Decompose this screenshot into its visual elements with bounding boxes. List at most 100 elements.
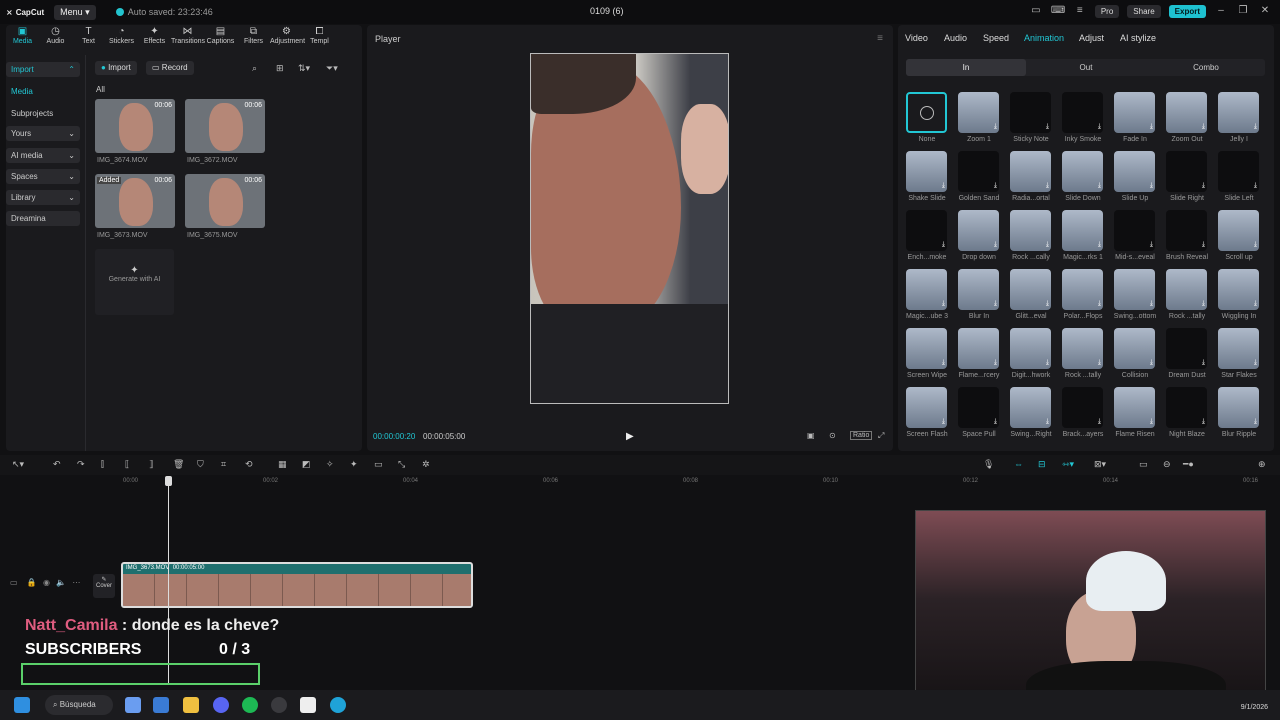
filter-icon[interactable]: ⏷▾	[326, 63, 338, 74]
select-tool-icon[interactable]: ↖▾	[12, 459, 24, 470]
spotify-icon[interactable]	[242, 697, 258, 713]
animation-tile[interactable]: ⤓	[1010, 151, 1051, 192]
reverse-icon[interactable]: ◩	[302, 459, 311, 470]
redo-icon[interactable]: ↷	[77, 459, 85, 470]
zoom-in-icon[interactable]: ⊕	[1258, 459, 1266, 470]
animation-tile[interactable]: ⤓	[1166, 92, 1207, 133]
animation-tile[interactable]: ⤓	[1218, 210, 1259, 251]
animation-tile[interactable]: ⤓	[958, 92, 999, 133]
media-thumb[interactable]: 00:06	[95, 99, 175, 153]
animation-tile[interactable]: ⤓	[1010, 92, 1051, 133]
animation-tile[interactable]: ⤓	[1114, 210, 1155, 251]
menu-lines-icon[interactable]: ≡	[1073, 4, 1087, 18]
animation-tile[interactable]: ⤓	[1166, 387, 1207, 428]
menu-button[interactable]: Menu ▾	[54, 4, 96, 20]
store-icon[interactable]	[153, 697, 169, 713]
split-left-icon[interactable]: ⟦	[125, 459, 129, 470]
freeze-icon[interactable]: ▦	[278, 459, 287, 470]
animation-tile[interactable]: ⤓	[1010, 328, 1051, 369]
tool-adjustment[interactable]: ⚙ Adjustment	[270, 26, 305, 52]
nav-ai-media[interactable]: AI media ⌄	[6, 148, 80, 163]
media-thumb[interactable]: Added 00:06	[95, 174, 175, 228]
motion-icon[interactable]: ✲	[422, 459, 430, 470]
tool-effects[interactable]: ✦ Effects	[138, 26, 171, 52]
tab-speed[interactable]: Speed	[983, 33, 1009, 43]
animation-tile[interactable]: ⤓	[1062, 151, 1103, 192]
export-button[interactable]: Export	[1168, 4, 1206, 18]
animation-tile[interactable]: ⤓	[1218, 269, 1259, 310]
animation-tile[interactable]: ⤓	[958, 151, 999, 192]
marker-icon[interactable]: ⛉	[197, 459, 204, 470]
animation-tile[interactable]: ⤓	[1062, 210, 1103, 251]
tool-filters[interactable]: ⧉ Filters	[237, 26, 270, 52]
media-thumb[interactable]: 00:06	[185, 174, 265, 228]
split-right-icon[interactable]: ⟧	[149, 459, 153, 470]
tab-video[interactable]: Video	[905, 33, 928, 43]
tool-captions[interactable]: ▤ Captions	[204, 26, 237, 52]
discord-icon[interactable]	[213, 697, 229, 713]
edge-icon[interactable]	[330, 697, 346, 713]
video-preview[interactable]	[530, 53, 729, 404]
animation-tile[interactable]: ⤓	[1114, 151, 1155, 192]
animation-tile[interactable]: ⤓	[1166, 328, 1207, 369]
expand-icon[interactable]: ⤢	[878, 431, 884, 441]
pro-button[interactable]: Pro	[1094, 4, 1120, 18]
animation-tile[interactable]: ⤓	[1062, 387, 1103, 428]
record-button[interactable]: ▭ Record	[146, 61, 194, 75]
nav-media[interactable]: Media	[6, 84, 80, 99]
tool-audio[interactable]: ◷ Audio	[39, 26, 72, 52]
nav-library[interactable]: Library ⌄	[6, 190, 80, 205]
tool-templates[interactable]: ⧠ Templ	[303, 26, 336, 52]
animation-tile[interactable]: ⤓	[906, 210, 947, 251]
animation-tile[interactable]: ⤓	[1218, 328, 1259, 369]
segment-in[interactable]: In	[906, 59, 1026, 76]
search-icon[interactable]: ⌕	[252, 63, 257, 74]
tool-transitions[interactable]: ⋈ Transitions	[171, 26, 205, 52]
animation-tile[interactable]: ⤓	[1114, 269, 1155, 310]
nav-dreamina[interactable]: Dreamina	[6, 211, 80, 226]
sort-icon[interactable]: ⇅▾	[298, 63, 310, 74]
more-icon[interactable]: ⋯	[72, 578, 80, 587]
maximize-icon[interactable]: ❐	[1236, 4, 1250, 18]
link-toggle-icon[interactable]: ⇔	[1014, 459, 1023, 469]
tab-audio[interactable]: Audio	[944, 33, 967, 43]
split-icon[interactable]: ⫿	[101, 459, 104, 470]
minimize-icon[interactable]: –	[1214, 4, 1228, 18]
animation-tile[interactable]: ⤓	[906, 387, 947, 428]
microphone-icon[interactable]: 🎙	[983, 459, 994, 470]
snap-toggle-icon[interactable]: ⊟	[1038, 459, 1046, 470]
segment-combo[interactable]: Combo	[1146, 59, 1266, 76]
animation-tile[interactable]: ⤓	[1114, 328, 1155, 369]
volume-icon[interactable]: 🔈	[56, 578, 66, 587]
animation-tile[interactable]: ⤓	[1010, 387, 1051, 428]
snapshot-icon[interactable]: ⊙	[829, 431, 836, 440]
tab-animation[interactable]: Animation	[1024, 33, 1064, 43]
animation-tile[interactable]: ⤓	[906, 269, 947, 310]
capcut-taskbar-icon[interactable]	[300, 697, 316, 713]
animation-tile[interactable]: ⤓	[958, 269, 999, 310]
animation-tile[interactable]: ⤓	[1114, 92, 1155, 133]
tool-stickers[interactable]: ◔ Stickers	[105, 26, 138, 52]
mirror-icon[interactable]: ⟲	[245, 459, 253, 470]
animation-tile[interactable]: ⤓	[1010, 269, 1051, 310]
animation-tile[interactable]	[906, 92, 947, 133]
delete-icon[interactable]: 🗑	[173, 459, 184, 470]
media-thumb[interactable]: 00:06	[185, 99, 265, 153]
tab-ai-stylize[interactable]: AI stylize	[1120, 33, 1156, 43]
animation-tile[interactable]: ⤓	[1062, 92, 1103, 133]
ai-tool-icon[interactable]: ✧	[326, 459, 334, 470]
play-button[interactable]: ▶	[626, 431, 634, 442]
animation-tile[interactable]: ⤓	[1218, 151, 1259, 192]
nav-subprojects[interactable]: Subprojects	[6, 106, 80, 121]
animation-tile[interactable]: ⤓	[1010, 210, 1051, 251]
track-collapse-icon[interactable]: ▭	[10, 578, 18, 587]
nav-yours[interactable]: Yours ⌄	[6, 126, 80, 141]
segment-out[interactable]: Out	[1026, 59, 1146, 76]
zoom-out-icon[interactable]: ⊖	[1163, 459, 1171, 470]
zoom-slider[interactable]: ━●	[1183, 459, 1194, 470]
ratio-button[interactable]: Ratio	[850, 431, 873, 440]
player-menu-icon[interactable]: ≡	[877, 33, 883, 44]
magic-icon[interactable]: ✦	[350, 459, 358, 470]
nav-import[interactable]: Import ⌃	[6, 62, 80, 77]
copilot-icon[interactable]	[125, 697, 141, 713]
